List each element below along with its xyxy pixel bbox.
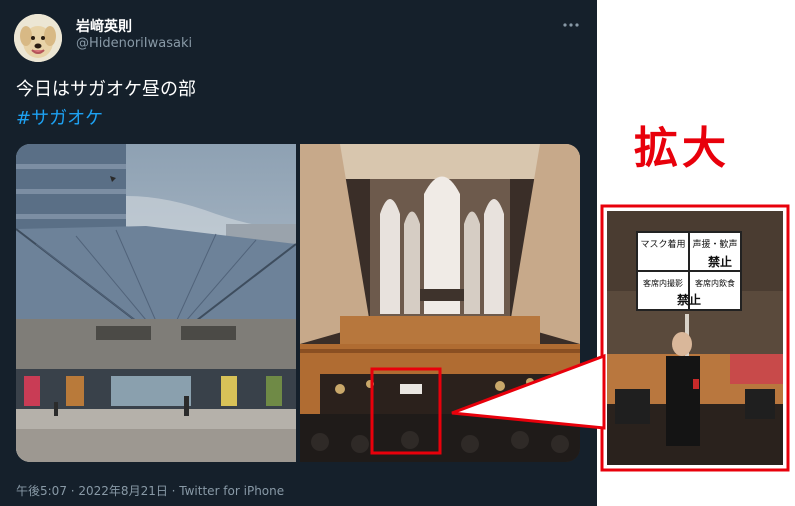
sign-food-label: 客席内飲食 <box>695 278 735 288</box>
hashtag-link[interactable]: #サガオケ <box>16 104 103 130</box>
tweet-card: 岩﨑英則 @HidenoriIwasaki 今日はサガオケ昼の部 #サガオケ 午… <box>0 0 597 506</box>
more-icon[interactable] <box>562 12 580 33</box>
zoom-label: 拡大 <box>634 123 730 174</box>
tweet-text: 今日はサガオケ昼の部 <box>16 79 196 100</box>
zoom-inset: マスク着用 声援・歓声 禁止 客席内撮影 客席内飲食 禁止 <box>600 204 790 472</box>
photo-hall-exterior[interactable] <box>16 144 297 462</box>
sign-photo-label: 客席内撮影 <box>643 278 683 288</box>
media-grid[interactable] <box>16 144 580 462</box>
sign-mask-label: マスク着用 <box>640 238 685 250</box>
sign-prohibited-top: 禁止 <box>708 254 732 269</box>
tweet-timestamp[interactable]: 午後5:07 · 2022年8月21日 · Twitter for iPhone <box>16 482 284 499</box>
display-name[interactable]: 岩﨑英則 <box>76 16 132 36</box>
sign-cheer-label: 声援・歓声 <box>692 238 737 250</box>
photo-hall-interior[interactable] <box>300 144 580 462</box>
user-handle[interactable]: @HidenoriIwasaki <box>76 36 192 51</box>
sign-prohibited-bottom: 禁止 <box>677 292 701 307</box>
avatar[interactable] <box>14 14 62 62</box>
